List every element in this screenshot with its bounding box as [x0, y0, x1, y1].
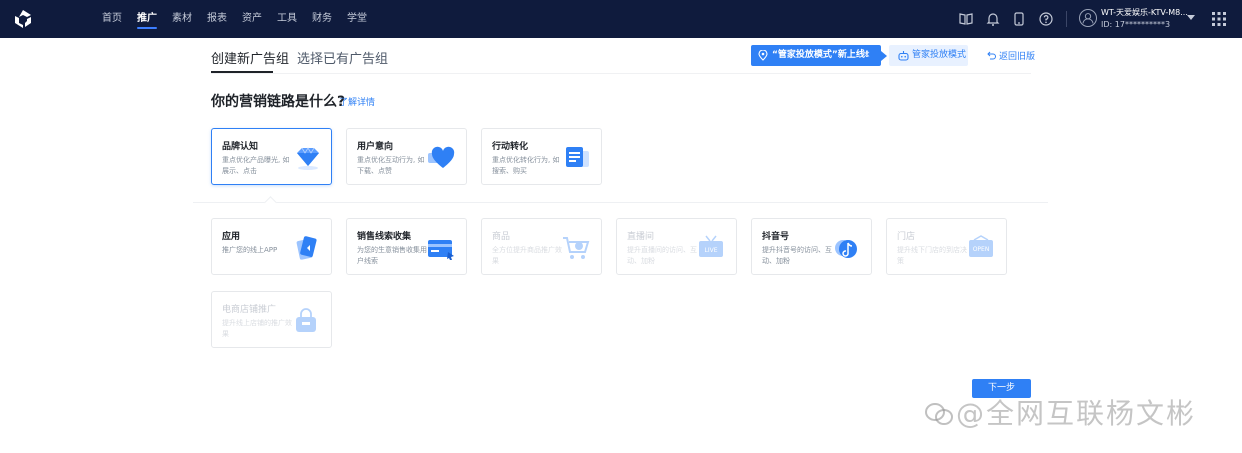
card-description: 重点优化产品曝光, 如展示、点击 [222, 156, 290, 175]
nav-item-academy[interactable]: 学堂 [347, 0, 367, 38]
return-old-version-link[interactable]: 返回旧版 [987, 49, 1035, 62]
card-description: 提升线上店铺的推广效果 [222, 319, 292, 338]
return-old-version-label: 返回旧版 [999, 52, 1036, 62]
target-card-store: 门店 提升线下门店的到店决策 OPEN [886, 218, 1007, 275]
heart-icon [428, 146, 455, 168]
card-title: 销售线索收集 [357, 232, 412, 242]
new-feature-tooltip: “管家投放模式”新上线! × [751, 45, 887, 66]
section-divider [193, 202, 1048, 203]
location-pin-icon [758, 50, 768, 61]
robot-icon [898, 51, 909, 61]
card-description: 提升抖音号的访问、互动、加粉 [762, 246, 832, 265]
diamond-icon [297, 147, 319, 170]
card-description: 提升直播间的访问、互动、加粉 [627, 246, 697, 265]
card-title: 电商店铺推广 [222, 305, 277, 315]
card-description: 提升线下门店的到店决策 [897, 246, 967, 265]
watermark-logo-icon [925, 403, 953, 425]
goal-card-user-intent[interactable]: 用户意向 重点优化互动行为, 如下载、点赞 [346, 128, 467, 185]
target-card-product: 商品 全方位提升商品推广效果 [481, 218, 602, 275]
top-navigation-bar: 首页 推广 素材 报表 资产 工具 财务 学堂 WT-天爱娱乐-KTV-M8..… [0, 0, 1242, 38]
ocean-engine-logo-icon[interactable] [13, 9, 33, 29]
live-tv-icon: LIVE [699, 235, 723, 257]
target-card-ecommerce-store: 电商店铺推广 提升线上店铺的推广效果 [211, 291, 332, 348]
tabs-divider [211, 73, 1031, 74]
card-title: 门店 [897, 232, 916, 242]
close-icon[interactable]: × [863, 45, 871, 66]
learn-more-link[interactable]: 了解详情 [339, 95, 375, 108]
watermark: @全网互联杨文彬 [924, 392, 1196, 432]
nav-item-tools[interactable]: 工具 [277, 0, 297, 38]
nav-item-reports[interactable]: 报表 [207, 0, 227, 38]
lead-card-icon [428, 240, 454, 260]
card-description: 重点优化转化行为, 如搜索、购买 [492, 156, 560, 175]
apps-grid-icon[interactable] [1212, 12, 1226, 26]
goal-card-brand-awareness[interactable]: 品牌认知 重点优化产品曝光, 如展示、点击 [211, 128, 332, 185]
page-title: 你的营销链路是什么? [211, 94, 346, 110]
account-id: ID: 17**********3 [1101, 20, 1171, 29]
svg-text:OPEN: OPEN [973, 246, 990, 253]
card-title: 应用 [222, 232, 241, 242]
book-icon[interactable] [958, 11, 974, 27]
return-arrow-icon [987, 51, 996, 60]
avatar[interactable] [1079, 9, 1097, 27]
target-card-lead-collection[interactable]: 销售线索收集 为您的生意销售收集用户线索 [346, 218, 467, 275]
card-title: 品牌认知 [222, 142, 259, 152]
nav-item-home[interactable]: 首页 [102, 0, 122, 38]
nav-item-assets[interactable]: 资产 [242, 0, 262, 38]
store-open-icon: OPEN [969, 235, 993, 257]
card-description: 全方位提升商品推广效果 [492, 246, 562, 265]
card-description: 重点优化互动行为, 如下载、点赞 [357, 156, 425, 175]
douyin-icon [835, 240, 857, 258]
watermark-text: @全网互联杨文彬 [956, 397, 1197, 430]
selection-pointer [264, 196, 277, 209]
toolbar-divider [1066, 11, 1067, 27]
target-card-live-room: 直播间 提升直播间的访问、互动、加粉 LIVE [616, 218, 737, 275]
target-card-douyin-account[interactable]: 抖音号 提升抖音号的访问、互动、加粉 [751, 218, 872, 275]
nav-item-materials[interactable]: 素材 [172, 0, 192, 38]
card-title: 行动转化 [492, 142, 529, 152]
tab-choose-existing-ad-group[interactable]: 选择已有广告组 [297, 48, 388, 67]
card-description: 为您的生意销售收集用户线索 [357, 246, 427, 265]
document-icon [566, 147, 589, 167]
card-title: 用户意向 [357, 142, 394, 152]
card-title: 商品 [492, 232, 511, 242]
svg-text:LIVE: LIVE [704, 247, 717, 254]
card-title: 直播间 [627, 232, 655, 242]
cart-icon [563, 237, 590, 259]
nav-item-finance[interactable]: 财务 [312, 0, 332, 38]
target-card-app[interactable]: 应用 推广您的线上APP [211, 218, 332, 275]
active-tab-indicator [211, 71, 273, 73]
chevron-down-icon[interactable] [1187, 15, 1195, 20]
steward-mode-button[interactable]: 管家投放模式 [889, 45, 968, 66]
account-name[interactable]: WT-天爱娱乐-KTV-M8... [1101, 7, 1188, 18]
tooltip-text: “管家投放模式”新上线! [772, 50, 869, 60]
card-title: 抖音号 [762, 232, 790, 242]
mobile-icon[interactable] [1011, 11, 1027, 27]
nav-item-promotion[interactable]: 推广 [137, 0, 157, 38]
steward-mode-label: 管家投放模式 [912, 50, 967, 60]
app-icon [296, 236, 317, 260]
goal-card-action-conversion[interactable]: 行动转化 重点优化转化行为, 如搜索、购买 [481, 128, 602, 185]
shop-bag-icon [296, 308, 316, 332]
help-icon[interactable] [1038, 11, 1054, 27]
card-description: 推广您的线上APP [222, 246, 278, 254]
bell-icon[interactable] [985, 11, 1001, 27]
tab-create-new-ad-group[interactable]: 创建新广告组 [211, 48, 289, 67]
